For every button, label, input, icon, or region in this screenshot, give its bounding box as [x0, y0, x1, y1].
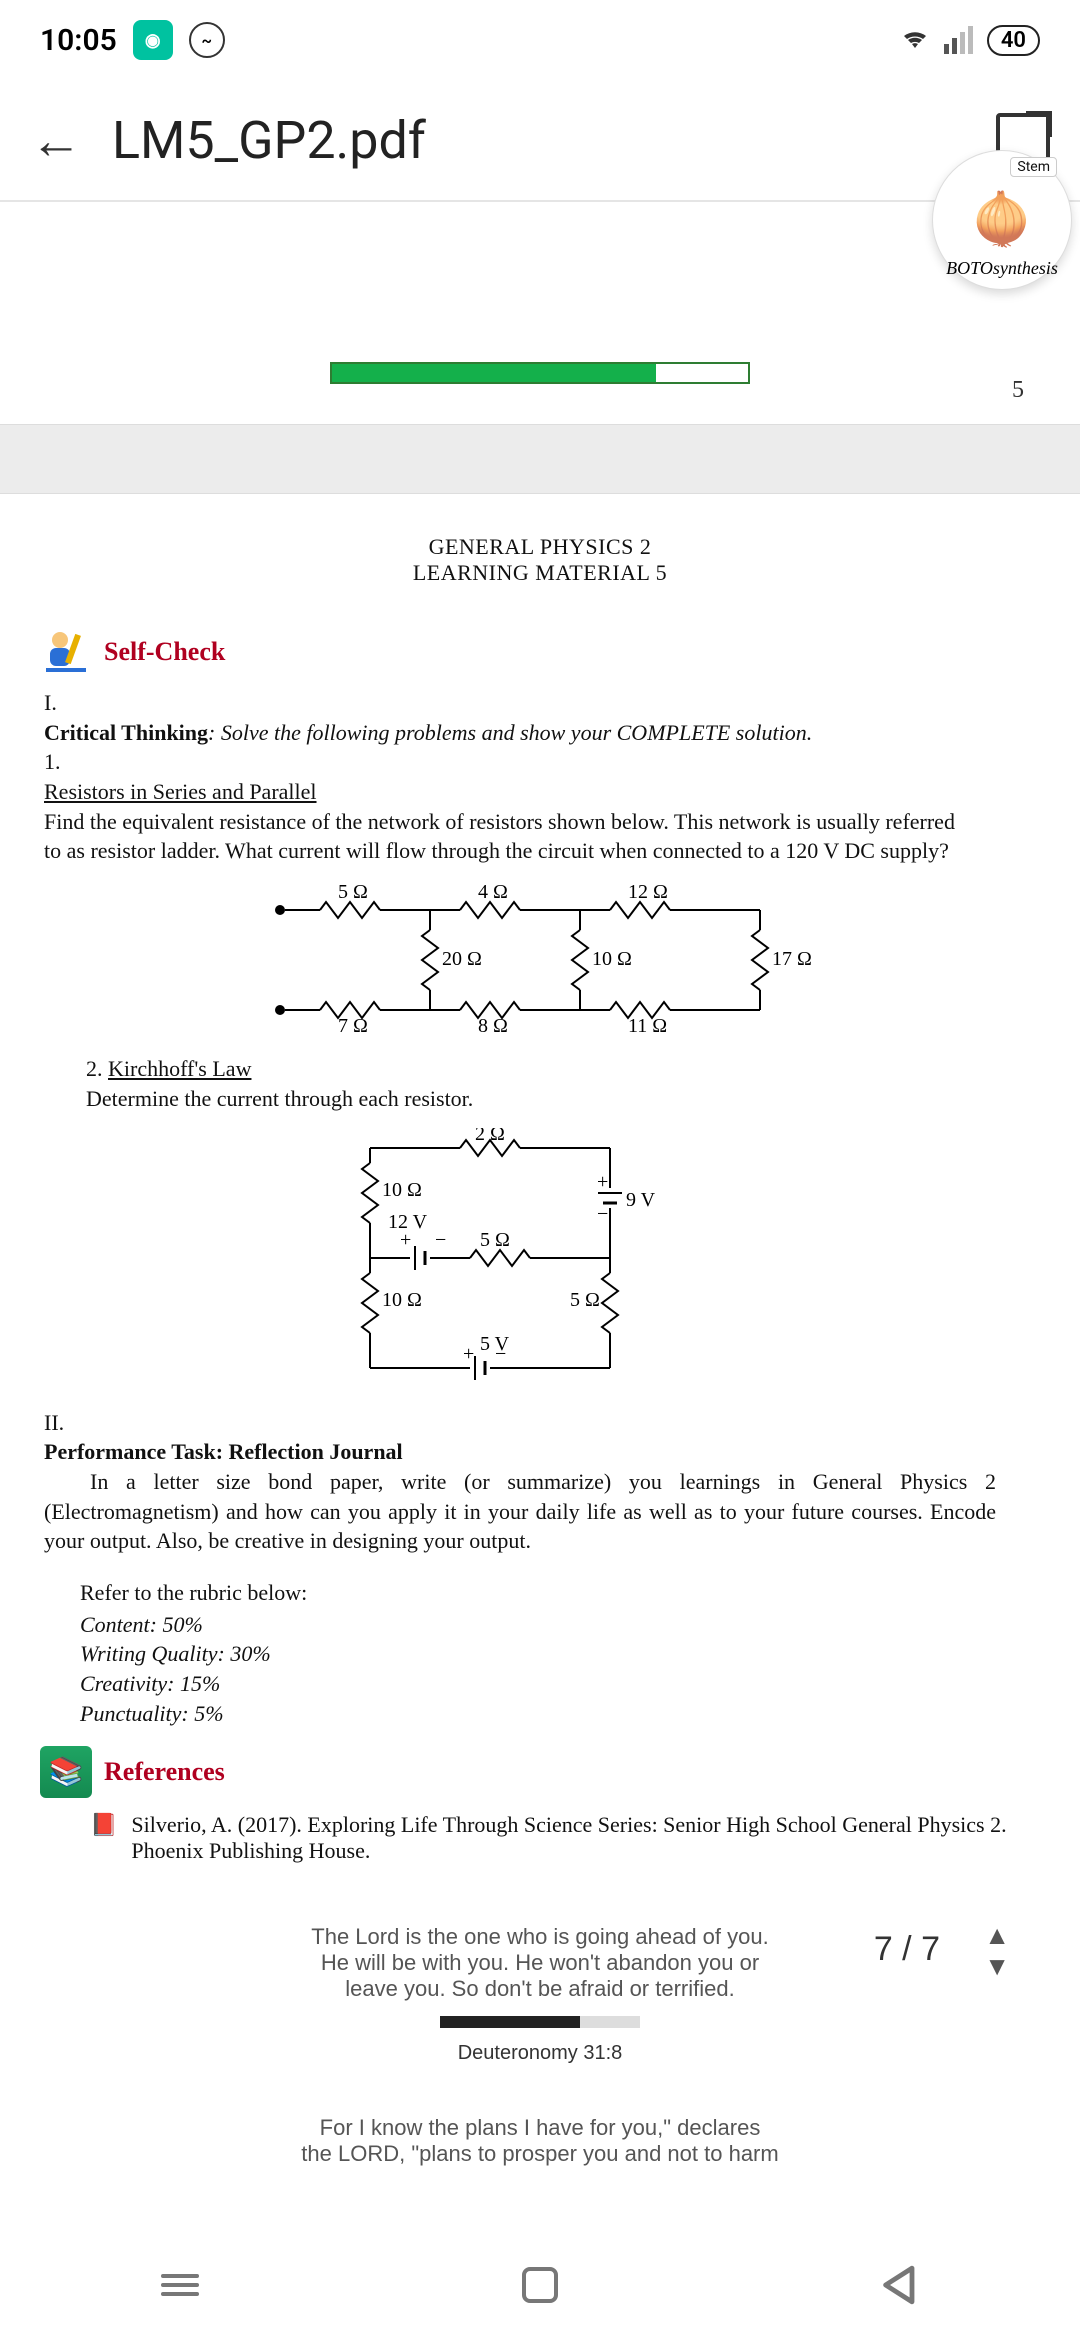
bullet-icon: 📕 [90, 1812, 117, 1864]
q1-num: 1. [44, 747, 74, 777]
rubric-writing: Writing Quality: 30% [80, 1639, 1040, 1669]
quote2-line2: the LORD, "plans to prosper you and not … [200, 2141, 880, 2167]
page-up-icon[interactable]: ▲ [984, 1920, 1010, 1951]
svg-text:8 Ω: 8 Ω [478, 1015, 508, 1037]
q2-text: Determine the current through each resis… [86, 1086, 473, 1111]
document-title: LM5_GP2.pdf [112, 110, 966, 171]
rubric-head: Refer to the rubric below: [80, 1578, 1040, 1608]
svg-text:4 Ω: 4 Ω [478, 881, 508, 903]
app-header: ← LM5_GP2.pdf Stem 🧅 BOTOsynthesis [0, 80, 1080, 200]
references-icon: 📚 [40, 1746, 92, 1798]
rubric-creativity: Creativity: 15% [80, 1669, 1040, 1699]
rubric-content: Content: 50% [80, 1610, 1040, 1640]
svg-text:5 Ω: 5 Ω [480, 1229, 510, 1251]
q2-num: 2. [86, 1056, 103, 1081]
q1-title: Resistors in Series and Parallel [44, 779, 317, 804]
q1-text: Find the equivalent resistance of the ne… [44, 809, 955, 864]
svg-text:12 Ω: 12 Ω [628, 881, 668, 903]
svg-text:−: − [597, 1203, 608, 1225]
section-I-label: Critical Thinking [44, 720, 208, 745]
quote1-line2: He will be with you. He won't abandon yo… [200, 1950, 880, 1976]
selfcheck-title: Self-Check [104, 637, 225, 667]
quote-progress-bar [440, 2016, 640, 2028]
svg-text:+: + [463, 1343, 474, 1365]
page-counter: 7 / 7 [874, 1930, 940, 1969]
signal-icon [944, 26, 973, 54]
page-down-icon[interactable]: ▼ [984, 1951, 1010, 1982]
wifi-icon [900, 24, 930, 57]
status-bar: 10:05 ◉ ~ 40 [0, 0, 1080, 80]
status-time: 10:05 [40, 23, 117, 58]
reference-text: Silverio, A. (2017). Exploring Life Thro… [131, 1812, 1040, 1864]
svg-text:20 Ω: 20 Ω [442, 948, 482, 970]
svg-text:2 Ω: 2 Ω [475, 1128, 505, 1145]
page-gap [0, 424, 1080, 494]
svg-text:5 Ω: 5 Ω [570, 1289, 600, 1311]
quote2-line1: For I know the plans I have for you," de… [200, 2115, 880, 2141]
circuit-diagram-2: 2 Ω + 9 V − 10 Ω + 12 V − 5 Ω 10 Ω [340, 1128, 1040, 1388]
messenger-icon: ~ [189, 22, 225, 58]
pdf-page[interactable]: GENERAL PHYSICS 2 LEARNING MATERIAL 5 Se… [0, 494, 1080, 2187]
svg-text:10 Ω: 10 Ω [592, 948, 632, 970]
verse-reference-1: Deuteronomy 31:8 [200, 2042, 880, 2065]
section-II-text: In a letter size bond paper, write (or s… [44, 1467, 996, 1556]
svg-text:5 Ω: 5 Ω [338, 881, 368, 903]
svg-text:+: + [597, 1171, 608, 1193]
svg-text:−: − [435, 1229, 446, 1251]
rubric-block: Refer to the rubric below: Content: 50% … [80, 1578, 1040, 1728]
selfcheck-icon [40, 626, 92, 678]
system-nav-bar [0, 2230, 1080, 2340]
svg-text:10 Ω: 10 Ω [382, 1179, 422, 1201]
doc-heading-line2: LEARNING MATERIAL 5 [40, 560, 1040, 586]
pdf-load-progress [330, 362, 750, 384]
battery-level: 40 [987, 25, 1040, 56]
page-number-label: 5 [1012, 377, 1024, 404]
svg-text:9 V: 9 V [626, 1189, 656, 1211]
svg-text:11 Ω: 11 Ω [628, 1015, 667, 1037]
doc-footer: The Lord is the one who is going ahead o… [40, 1924, 1040, 2167]
doc-heading-line1: GENERAL PHYSICS 2 [40, 534, 1040, 560]
recents-button[interactable] [156, 2261, 204, 2309]
section-II-num: II. [44, 1408, 84, 1438]
section-I-instr: : Solve the following problems and show … [208, 720, 812, 745]
rubric-punctuality: Punctuality: 5% [80, 1699, 1040, 1729]
references-title: References [104, 1757, 225, 1787]
home-button[interactable] [516, 2261, 564, 2309]
reference-item: 📕 Silverio, A. (2017). Exploring Life Th… [90, 1812, 1040, 1864]
doc-heading: GENERAL PHYSICS 2 LEARNING MATERIAL 5 [40, 534, 1040, 586]
q2-title: Kirchhoff's Law [108, 1056, 251, 1081]
page-preview-top: 5 [0, 202, 1080, 424]
circuit-diagram-1: 5 Ω 4 Ω 12 Ω 20 Ω 10 Ω 17 Ω 7 Ω 8 Ω 11 Ω [260, 880, 1040, 1040]
svg-text:17 Ω: 17 Ω [772, 948, 812, 970]
section-I-num: I. [44, 688, 84, 718]
back-button[interactable]: ← [30, 110, 82, 171]
svg-text:7 Ω: 7 Ω [338, 1015, 368, 1037]
back-nav-button[interactable] [876, 2261, 924, 2309]
svg-text:12 V: 12 V [388, 1211, 428, 1233]
quote1-line3: leave you. So don't be afraid or terrifi… [200, 1976, 880, 2002]
svg-text:10 Ω: 10 Ω [382, 1289, 422, 1311]
pdf-load-progress-fill [332, 364, 656, 382]
chat-head-tag: Stem [1010, 157, 1057, 177]
quote1-line1: The Lord is the one who is going ahead o… [200, 1924, 880, 1950]
section-II-label: Performance Task: Reflection Journal [44, 1439, 403, 1464]
camera-app-icon: ◉ [133, 20, 173, 60]
page-nav-arrows[interactable]: ▲ ▼ [984, 1920, 1010, 1982]
svg-text:−: − [495, 1343, 506, 1365]
